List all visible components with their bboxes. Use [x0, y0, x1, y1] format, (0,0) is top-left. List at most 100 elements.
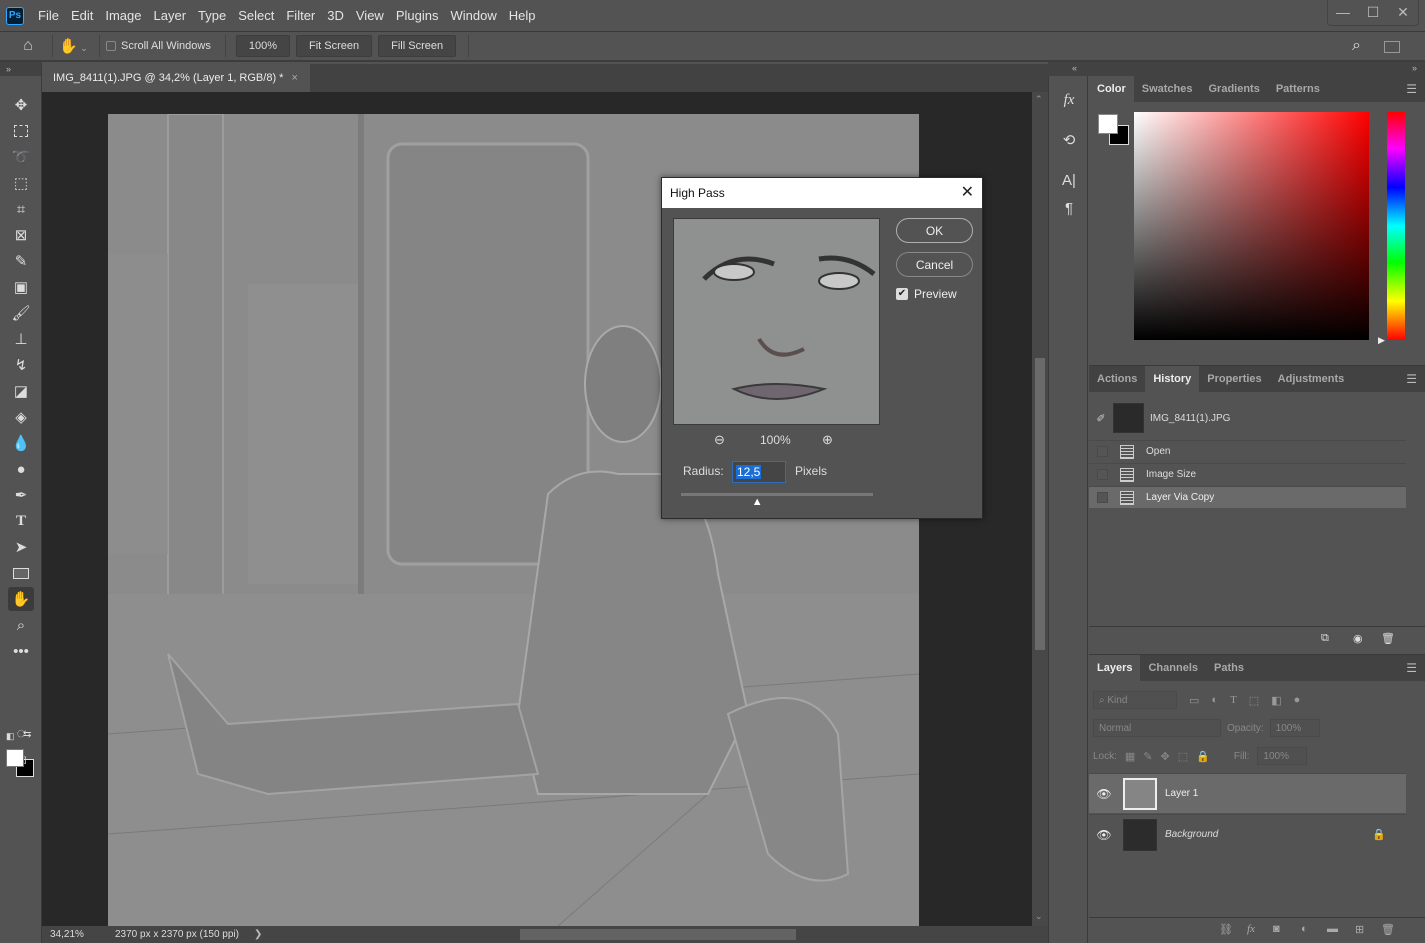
layer-name[interactable]: Layer 1	[1165, 788, 1198, 799]
history-item[interactable]: Open	[1089, 440, 1406, 462]
radius-slider-track[interactable]	[681, 493, 873, 496]
fit-screen-button[interactable]: Fit Screen	[296, 35, 373, 57]
menu-window[interactable]: Window	[444, 0, 502, 32]
close-tab-icon[interactable]: ×	[291, 72, 297, 84]
layer-kind-filter[interactable]: ⌕ Kind	[1093, 691, 1177, 709]
menu-type[interactable]: Type	[192, 0, 232, 32]
object-selection-icon[interactable]: ⬚	[8, 171, 34, 195]
quick-mask-icon[interactable]: ◌	[8, 721, 34, 745]
lasso-icon[interactable]: ➰	[8, 145, 34, 169]
menu-3d[interactable]: 3D	[321, 0, 350, 32]
checkbox-box[interactable]	[106, 41, 116, 51]
close-window-button[interactable]: ✕	[1388, 0, 1418, 24]
layer-row[interactable]: 👁 Background 🔒	[1089, 814, 1406, 854]
menu-help[interactable]: Help	[503, 0, 542, 32]
lock-all-icon[interactable]: 🔒	[1196, 750, 1210, 763]
fill-screen-button[interactable]: Fill Screen	[378, 35, 457, 57]
menu-file[interactable]: File	[32, 0, 65, 32]
hand-tool-preset-icon[interactable]: ✋ ⌄	[59, 37, 93, 55]
lock-position-icon[interactable]: ✥	[1161, 750, 1170, 763]
foreground-color-swatch[interactable]	[6, 749, 24, 767]
visibility-eye-icon[interactable]: 👁	[1089, 787, 1119, 801]
new-group-icon[interactable]: ▬	[1327, 923, 1338, 935]
hue-slider-handle[interactable]: ▶	[1378, 335, 1385, 346]
home-icon[interactable]: ⌂	[10, 37, 46, 55]
opacity-field[interactable]: 100%	[1269, 719, 1320, 737]
cancel-button[interactable]: Cancel	[896, 252, 973, 277]
tab-paths[interactable]: Paths	[1206, 655, 1252, 681]
collapse-left-icon[interactable]: «	[1072, 63, 1077, 73]
scroll-down-arrow[interactable]: ⌄	[1035, 911, 1043, 922]
tab-properties[interactable]: Properties	[1199, 366, 1269, 392]
hand-tool-icon[interactable]: ✋	[8, 587, 34, 611]
blur-icon[interactable]: 💧	[8, 431, 34, 455]
history-brush-source-icon[interactable]: ✐	[1089, 412, 1113, 425]
crop-icon[interactable]: ⌗	[8, 197, 34, 221]
layer-lock-icon[interactable]: 🔒	[1372, 828, 1386, 841]
tab-gradients[interactable]: Gradients	[1200, 76, 1267, 102]
edit-toolbar-icon[interactable]: •••	[8, 639, 34, 663]
document-tab[interactable]: IMG_8411(1).JPG @ 34,2% (Layer 1, RGB/8)…	[42, 64, 310, 92]
menu-edit[interactable]: Edit	[65, 0, 99, 32]
filter-pixel-icon[interactable]: ▭	[1189, 694, 1199, 707]
zoom-in-icon[interactable]: ⊕	[822, 432, 833, 448]
link-layers-icon[interactable]: ⛓	[1219, 923, 1233, 936]
spot-healing-icon[interactable]: ▣	[8, 275, 34, 299]
horizontal-scroll-thumb[interactable]	[520, 929, 796, 940]
tab-layers[interactable]: Layers	[1089, 655, 1141, 681]
tab-patterns[interactable]: Patterns	[1268, 76, 1328, 102]
history-brush-icon[interactable]: ↯	[8, 353, 34, 377]
history-source-checkbox[interactable]	[1097, 469, 1108, 480]
panel-menu-icon[interactable]: ☰	[1406, 662, 1417, 674]
vertical-scroll-thumb[interactable]	[1035, 358, 1045, 650]
dodge-icon[interactable]: ●	[8, 457, 34, 481]
layer-name[interactable]: Background	[1165, 829, 1218, 840]
minimize-button[interactable]: —	[1328, 0, 1358, 24]
clone-stamp-icon[interactable]: ⊥	[8, 327, 34, 351]
history-source-checkbox[interactable]	[1097, 492, 1108, 503]
move-tool-icon[interactable]: ✥	[8, 93, 34, 117]
tab-channels[interactable]: Channels	[1140, 655, 1206, 681]
zoom-100-button[interactable]: 100%	[235, 35, 290, 57]
layer-row[interactable]: 👁 Layer 1	[1089, 773, 1406, 813]
filter-shape-icon[interactable]: ⬚	[1249, 694, 1259, 707]
menu-select[interactable]: Select	[232, 0, 280, 32]
snapshot-camera-icon[interactable]: ◉	[1353, 632, 1363, 645]
maximize-button[interactable]: ☐	[1358, 0, 1388, 24]
styles-fx-icon[interactable]: fx	[1057, 88, 1081, 112]
blend-mode-select[interactable]: Normal	[1093, 719, 1221, 737]
history-source-checkbox[interactable]	[1097, 446, 1108, 457]
filter-toggle[interactable]: ●	[1294, 694, 1301, 706]
dialog-close-icon[interactable]: ✕	[961, 182, 974, 202]
tab-color[interactable]: Color	[1089, 76, 1134, 102]
menu-plugins[interactable]: Plugins	[390, 0, 445, 32]
zoom-out-icon[interactable]: ⊖	[714, 432, 725, 448]
layer-style-fx-icon[interactable]: fx	[1247, 923, 1255, 935]
radius-input[interactable]: 12,5	[732, 461, 786, 483]
filter-preview[interactable]	[673, 218, 880, 425]
vertical-scrollbar[interactable]: ⌃ ⌄	[1032, 92, 1048, 926]
zoom-level[interactable]: 34,21%	[42, 929, 104, 940]
eraser-icon[interactable]: ◪	[8, 379, 34, 403]
scroll-up-arrow[interactable]: ⌃	[1035, 94, 1043, 105]
history-snapshot[interactable]: ✐ IMG_8411(1).JPG	[1089, 400, 1406, 436]
pen-icon[interactable]: ✒	[8, 483, 34, 507]
color-picker-field[interactable]	[1134, 112, 1369, 340]
rectangular-marquee-icon[interactable]	[8, 119, 34, 143]
tab-history[interactable]: History	[1145, 366, 1200, 392]
menu-view[interactable]: View	[350, 0, 390, 32]
history-item[interactable]: Layer Via Copy	[1089, 486, 1406, 508]
lock-transparent-icon[interactable]: ▦	[1125, 750, 1135, 763]
toolbox-collapse-toggle[interactable]: »	[0, 62, 41, 76]
hue-slider[interactable]	[1387, 112, 1405, 340]
new-layer-icon[interactable]: ⊞	[1355, 923, 1364, 936]
zoom-tool-icon[interactable]: ⌕	[8, 613, 34, 637]
filter-smart-object-icon[interactable]: ◧	[1271, 694, 1281, 707]
path-selection-icon[interactable]: ➤	[8, 535, 34, 559]
history-item[interactable]: Image Size	[1089, 463, 1406, 485]
tab-swatches[interactable]: Swatches	[1134, 76, 1201, 102]
panel-menu-icon[interactable]: ☰	[1406, 373, 1417, 385]
visibility-eye-icon[interactable]: 👁	[1089, 828, 1119, 842]
add-mask-icon[interactable]: ◙	[1273, 923, 1280, 935]
collapse-right-icon[interactable]: »	[1412, 63, 1417, 73]
